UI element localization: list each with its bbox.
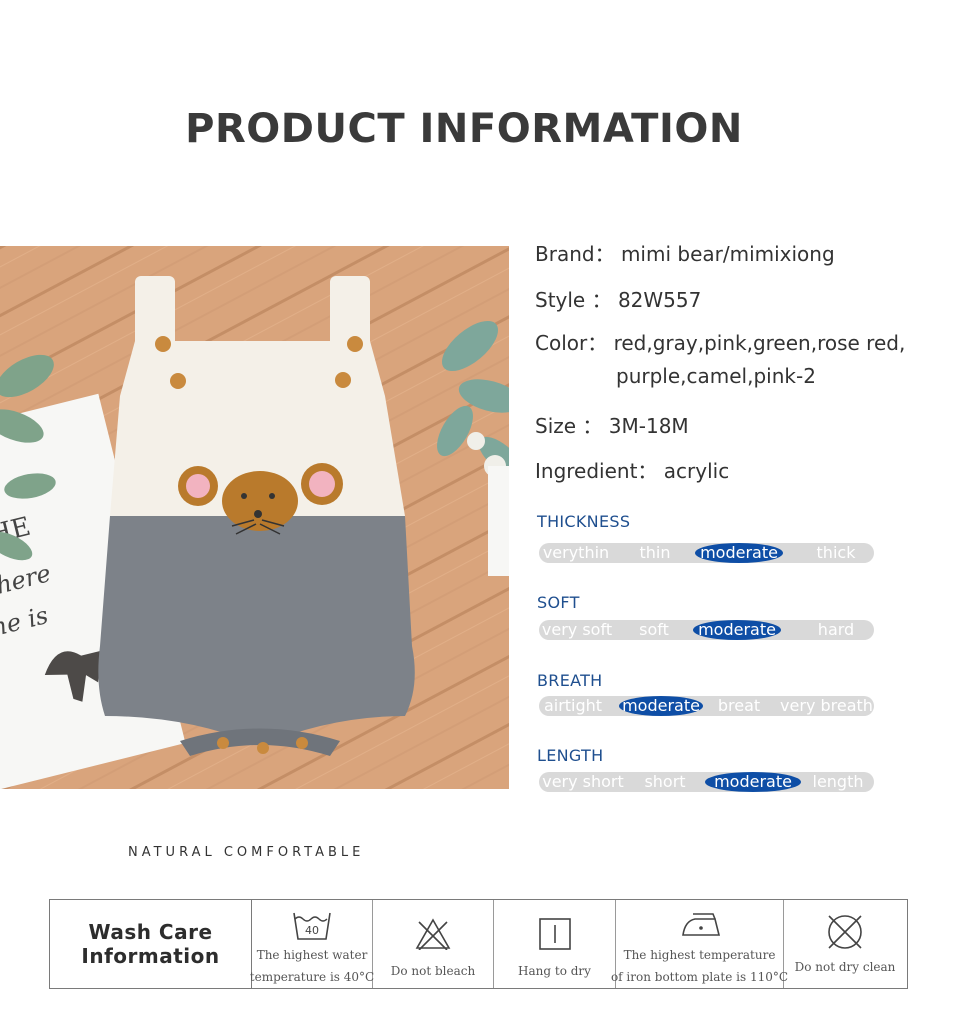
natural-comfortable-label: NATURAL COMFORTABLE <box>128 845 365 860</box>
meter-title-breath: BREATH <box>537 671 603 690</box>
meter-option: airtight <box>543 696 603 715</box>
wash-40-icon: 40 <box>292 908 332 944</box>
care-text: Do not dry clean <box>794 960 896 974</box>
spec-color-cont: purple,camel,pink-2 <box>616 364 816 388</box>
spec-label: Style ： <box>535 288 612 312</box>
meter-title-length: LENGTH <box>537 746 604 765</box>
meter-option: breat <box>717 696 761 715</box>
meter-option: very soft <box>541 620 613 639</box>
spec-value: 82W557 <box>617 288 702 312</box>
meter-soft: very soft soft moderate hard <box>539 620 874 640</box>
care-text: The highest temperature of iron bottom p… <box>610 948 789 984</box>
spec-label: Brand： <box>535 242 615 266</box>
meter-option: very breath <box>780 696 873 715</box>
spec-color: Color： red,gray,pink,green,rose red, <box>535 327 905 356</box>
wash-care-heading-line2: Information <box>81 944 220 968</box>
meter-breath: airtight moderate breat very breath <box>539 696 874 716</box>
spec-size: Size ： 3M-18M <box>535 410 689 439</box>
svg-text:40: 40 <box>305 924 319 937</box>
care-text: Do not bleach <box>390 964 476 978</box>
spec-brand: Brand： mimi bear/mimixiong <box>535 238 835 267</box>
meter-option: short <box>644 772 686 791</box>
no-dry-clean-icon <box>826 912 864 952</box>
meter-option-selected: moderate <box>695 543 783 563</box>
care-item-bleach: Do not bleach <box>373 900 494 988</box>
care-text: The highest water temperature is 40°C <box>249 948 375 984</box>
product-photo: HE Where he is <box>0 246 509 789</box>
hang-dry-icon <box>538 914 572 954</box>
care-text: Hang to dry <box>518 964 591 978</box>
spec-ingredient: Ingredient： acrylic <box>535 455 729 484</box>
meter-option: thin <box>639 543 671 562</box>
care-item-wash: 40 The highest water temperature is 40°C <box>249 900 375 988</box>
wash-care-heading: Wash Care Information <box>50 900 252 988</box>
iron-icon <box>679 908 721 944</box>
meter-option-selected: moderate <box>693 620 781 640</box>
romper <box>98 276 415 756</box>
wash-care-heading-line1: Wash Care <box>88 920 213 944</box>
meter-option: soft <box>639 620 669 639</box>
meter-length: very short short moderate length <box>539 772 874 792</box>
meter-title-soft: SOFT <box>537 593 580 612</box>
page-title: PRODUCT INFORMATION <box>185 106 743 152</box>
no-bleach-icon <box>415 914 451 954</box>
meter-title-thickness: THICKNESS <box>537 512 631 531</box>
spec-value: 3M-18M <box>608 414 689 438</box>
spec-value: red,gray,pink,green,rose red, <box>613 331 906 355</box>
care-item-hang: Hang to dry <box>494 900 616 988</box>
spec-style: Style ： 82W557 <box>535 284 701 313</box>
meter-option: thick <box>816 543 856 562</box>
meter-option-selected: moderate <box>705 772 801 792</box>
meter-option-selected: moderate <box>619 696 703 716</box>
spec-label: Ingredient： <box>535 459 658 483</box>
meter-thickness: verythin thin moderate thick <box>539 543 874 563</box>
spec-value: purple,camel,pink-2 <box>616 364 816 388</box>
wash-care-table: Wash Care Information 40 The highest wat… <box>49 899 908 989</box>
romper-illustration: HE Where he is <box>0 246 509 789</box>
meter-option: verythin <box>542 543 610 562</box>
spec-value: mimi bear/mimixiong <box>620 242 835 266</box>
meter-option: very short <box>542 772 624 791</box>
spec-label: Color： <box>535 331 608 355</box>
care-item-iron: The highest temperature of iron bottom p… <box>611 900 788 988</box>
care-item-dry-clean: Do not dry clean <box>784 900 906 988</box>
meter-option: hard <box>817 620 855 639</box>
spec-label: Size ： <box>535 414 603 438</box>
meter-option: length <box>812 772 864 791</box>
spec-value: acrylic <box>663 459 730 483</box>
